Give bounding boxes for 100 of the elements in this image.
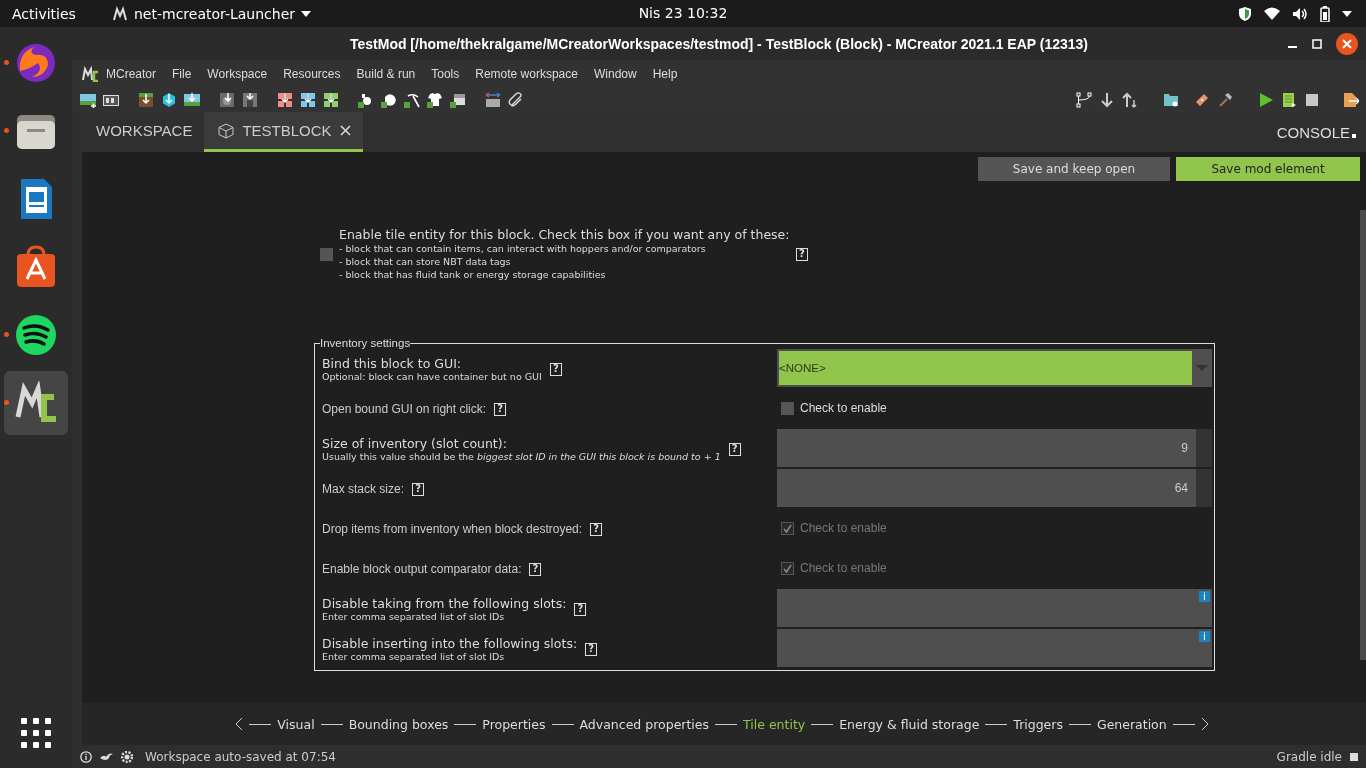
grid-import-icon[interactable] (300, 92, 316, 108)
field-hint: Enter comma separated list of slot IDs (322, 651, 506, 662)
close-icon[interactable] (339, 125, 351, 136)
help-icon[interactable]: ? (728, 442, 741, 456)
tab[interactable]: WORKSPACE (82, 112, 205, 152)
input-field[interactable]: i (777, 629, 1212, 667)
app-logo-icon (112, 5, 128, 22)
mcreator-logo-icon[interactable] (14, 381, 58, 425)
menu-item[interactable]: MCreator (98, 67, 164, 81)
caret-icon (301, 10, 312, 17)
field-hint: Enter comma separated list of slot IDs (322, 611, 506, 622)
sort-icon[interactable] (1122, 92, 1138, 108)
help-icon[interactable]: ? (574, 602, 587, 616)
armor-add-icon[interactable] (427, 92, 443, 108)
tab[interactable]: CONSOLE (1276, 123, 1366, 141)
field-label: Disable taking from the following slots: (322, 596, 567, 611)
check-icon (783, 563, 792, 573)
field-label: Open bound GUI on right click: (322, 402, 487, 416)
input-field[interactable]: i (777, 589, 1212, 627)
block-add-icon[interactable] (450, 92, 466, 108)
menu-item[interactable]: Tools (423, 67, 468, 81)
page-link[interactable]: Triggers (1013, 716, 1063, 732)
menu-item[interactable]: Help (644, 67, 686, 81)
export-icon[interactable] (1343, 92, 1359, 108)
number-field[interactable]: 9 (777, 429, 1196, 467)
wifi-icon[interactable] (1264, 7, 1280, 20)
description-line: - block that has fluid tank or energy storage capabilities (339, 268, 607, 281)
checkbox-label: Enable tile entity for this block. Check this box if you want any of these: (339, 227, 791, 242)
app-menu[interactable]: net-mcreator-Launcher (112, 5, 312, 22)
description-line: - block that can store NBT data tags (339, 255, 512, 268)
page-link[interactable]: Bounding boxes (348, 716, 449, 732)
stop-icon[interactable] (1304, 92, 1320, 108)
checkbox[interactable]: Check to enable (777, 389, 887, 427)
gradle-status: Gradle idle (1276, 749, 1342, 764)
hammer-icon[interactable] (1217, 92, 1233, 108)
chevron-left-icon[interactable] (235, 717, 244, 731)
disc-import-icon[interactable] (219, 92, 235, 108)
page-link[interactable]: Generation (1096, 716, 1167, 732)
field-label: Drop items from inventory when block destroyed: (322, 522, 583, 536)
image-import-icon[interactable] (184, 92, 200, 108)
help-icon[interactable]: ? (494, 402, 507, 416)
grid-import-icon[interactable] (323, 92, 339, 108)
menu-item[interactable]: Resources (275, 67, 349, 81)
tab[interactable]: TESTBLOCK (204, 112, 363, 152)
page-link[interactable]: Tile entity (743, 716, 806, 732)
field-hint: Optional: block can have container but no GUI (322, 371, 542, 382)
menu-item[interactable]: Window (585, 67, 645, 81)
paperclip-icon[interactable] (508, 92, 524, 108)
help-icon[interactable]: ? (585, 642, 598, 656)
info-icon: i (1199, 631, 1210, 642)
menu-item[interactable]: Workspace (199, 67, 276, 81)
battery-icon[interactable] (1320, 5, 1330, 22)
document-icon[interactable] (1281, 92, 1297, 108)
help-icon[interactable]: ? (412, 482, 425, 496)
save-button[interactable]: Save mod element (1176, 157, 1360, 181)
menu-item[interactable]: Remote workspace (467, 67, 586, 81)
volume-icon[interactable] (1292, 6, 1308, 21)
hexagon-import-icon[interactable] (161, 92, 177, 108)
field-label: Max stack size: (322, 482, 405, 496)
pickaxe-add-icon[interactable] (404, 92, 420, 108)
app-grid-icon[interactable] (21, 718, 51, 748)
help-icon[interactable]: ? (796, 247, 808, 261)
grid-import-icon[interactable] (277, 92, 293, 108)
block-import-icon[interactable] (138, 92, 154, 108)
play-icon[interactable] (1258, 92, 1274, 108)
menu-item[interactable]: File (164, 67, 200, 81)
save-button[interactable]: Save and keep open (978, 157, 1170, 181)
ticket-icon[interactable] (1194, 92, 1210, 108)
settings-icon[interactable] (121, 750, 133, 763)
shopping-bag-icon[interactable] (14, 245, 58, 289)
checkbox[interactable] (320, 247, 333, 261)
music-icon[interactable] (14, 313, 58, 357)
page-link[interactable]: Advanced properties (579, 716, 710, 732)
shield-icon[interactable] (1238, 5, 1252, 22)
maximize-icon[interactable] (1312, 39, 1322, 49)
page-link[interactable]: Properties (482, 716, 546, 732)
page-link[interactable]: Energy & fluid storage (839, 716, 980, 732)
field-label: Disable inserting into the following slots: (322, 636, 578, 651)
page-link[interactable]: Visual (277, 716, 315, 732)
resize-icon[interactable] (485, 92, 501, 108)
download-icon[interactable] (1099, 92, 1115, 108)
browser-icon[interactable] (14, 41, 58, 85)
description-line: - block that can contain items, can interact with hoppers and/or comparators (339, 242, 707, 255)
number-field[interactable]: 64 (777, 469, 1196, 507)
film-icon[interactable] (103, 92, 119, 108)
image-add-icon[interactable] (80, 92, 96, 108)
branch-icon[interactable] (1076, 92, 1092, 108)
panel-title: Inventory settings (320, 337, 411, 349)
help-icon[interactable]: ? (549, 362, 562, 376)
info-icon[interactable] (80, 750, 92, 763)
chevron-right-icon[interactable] (1200, 717, 1209, 731)
close-icon[interactable] (1336, 33, 1358, 55)
activities-button[interactable]: Activities (12, 5, 102, 22)
caret-icon[interactable] (1342, 10, 1352, 17)
field-label: Size of inventory (slot count): (322, 436, 508, 451)
clock: Nis 23 10:32 (638, 5, 728, 21)
blob-add-icon[interactable] (381, 92, 397, 108)
dropdown[interactable]: <NONE> (777, 349, 1212, 387)
block-import-icon[interactable] (242, 92, 258, 108)
menu-item[interactable]: Build & run (348, 67, 424, 81)
